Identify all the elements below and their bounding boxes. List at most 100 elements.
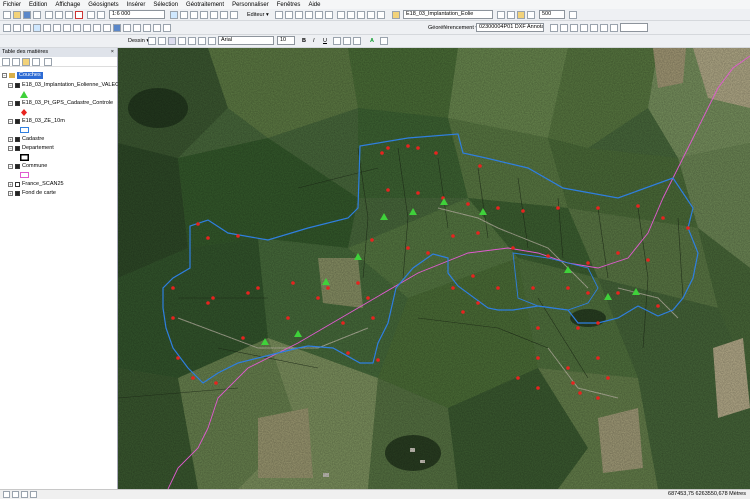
layer-item-ze[interactable]: − E18_03_ZE_10m — [8, 118, 65, 125]
hyperlink-icon[interactable] — [153, 24, 161, 32]
flip-icon[interactable] — [610, 24, 618, 32]
split-icon[interactable] — [337, 11, 345, 19]
collapse-icon[interactable]: − — [2, 73, 7, 78]
visibility-checkbox[interactable] — [15, 146, 20, 151]
catalog-icon[interactable] — [190, 11, 198, 19]
undo-icon[interactable] — [87, 11, 95, 19]
menu-aide[interactable]: Aide — [308, 2, 320, 8]
new-document-icon[interactable] — [3, 11, 11, 19]
list-by-visibility-icon[interactable] — [22, 58, 30, 66]
identify-icon[interactable] — [517, 11, 525, 19]
editor-menu[interactable]: Editeur ▾ — [247, 11, 269, 19]
close-icon[interactable]: × — [111, 48, 114, 57]
layer-item-implantation[interactable]: − E18_03_Implantation_Eolienne_VALECO_L9… — [8, 82, 136, 89]
list-by-drawing-order-icon[interactable] — [2, 58, 10, 66]
text-icon[interactable] — [188, 37, 196, 45]
expand-icon[interactable]: + — [8, 191, 13, 196]
rectangle-icon[interactable] — [168, 37, 176, 45]
refresh-view-icon[interactable] — [21, 491, 28, 498]
cut-icon[interactable] — [45, 11, 53, 19]
straight-segment-icon[interactable] — [295, 11, 303, 19]
layer-item-departement[interactable]: − Departement — [8, 145, 54, 152]
refresh-icon[interactable] — [569, 11, 577, 19]
zoom-icon[interactable] — [527, 11, 535, 19]
fill-icon[interactable] — [343, 37, 351, 45]
zoom-out-icon[interactable] — [13, 24, 21, 32]
scale-select[interactable]: 1:6 000 — [109, 10, 165, 19]
collapse-icon[interactable]: − — [8, 146, 13, 151]
toolbox-icon[interactable] — [210, 11, 218, 19]
menu-affichage[interactable]: Affichage — [55, 2, 80, 8]
italic-button[interactable]: I — [313, 37, 315, 45]
list-by-source-icon[interactable] — [12, 58, 20, 66]
back-icon[interactable] — [63, 24, 71, 32]
python-icon[interactable] — [220, 11, 228, 19]
underline-button[interactable]: U — [323, 37, 327, 45]
edit-annotation-icon[interactable] — [285, 11, 293, 19]
drawing-menu[interactable]: Dessin ▾ — [128, 37, 149, 45]
data-view-icon[interactable] — [12, 491, 19, 498]
visibility-checkbox[interactable] — [15, 182, 20, 187]
layer-item-commune[interactable]: − Commune — [8, 163, 47, 170]
pause-drawing-icon[interactable] — [30, 491, 37, 498]
open-folder-icon[interactable] — [13, 11, 21, 19]
line-color-icon[interactable] — [208, 37, 216, 45]
fit-icon[interactable] — [497, 11, 505, 19]
time-slider-icon[interactable] — [163, 24, 171, 32]
point-icon[interactable] — [325, 11, 333, 19]
menu-geosignets[interactable]: Géosignets — [88, 2, 118, 8]
layer-icon[interactable] — [180, 11, 188, 19]
create-features-icon[interactable] — [377, 11, 385, 19]
search-icon[interactable] — [200, 11, 208, 19]
menu-fenetres[interactable]: Fenêtres — [277, 2, 301, 8]
layout-view-icon[interactable] — [3, 491, 10, 498]
expand-icon[interactable]: + — [8, 137, 13, 142]
full-extent-icon[interactable] — [33, 24, 41, 32]
html-popup-icon[interactable] — [123, 24, 131, 32]
collapse-icon[interactable]: − — [8, 101, 13, 106]
layer-list-icon[interactable] — [392, 11, 400, 19]
options-icon[interactable] — [44, 58, 52, 66]
menu-fichier[interactable]: Fichier — [3, 2, 21, 8]
info-icon[interactable] — [113, 24, 121, 32]
layer-select[interactable]: E18_03_Implantation_Eolie — [403, 10, 493, 19]
fixed-zoom-in-icon[interactable] — [43, 24, 51, 32]
font-size-select[interactable]: 10 — [277, 36, 295, 45]
menu-inserer[interactable]: Insérer — [127, 2, 146, 8]
arc-icon[interactable] — [305, 11, 313, 19]
paste-icon[interactable] — [65, 11, 73, 19]
layer-item-gps-points[interactable]: − E18_03_Pt_GPS_Cadastre_Controle — [8, 100, 113, 107]
zoom-value-input[interactable]: 500 — [539, 10, 565, 19]
add-control-points-icon[interactable] — [570, 24, 578, 32]
georeferencing-menu[interactable]: Géoréférencement ▾ — [428, 24, 478, 32]
font-color-icon[interactable] — [333, 37, 341, 45]
save-icon[interactable] — [23, 11, 31, 19]
pan-icon[interactable] — [23, 24, 31, 32]
visibility-checkbox[interactable] — [15, 119, 20, 124]
rotate-tool-icon[interactable] — [550, 24, 558, 32]
visibility-checkbox[interactable] — [15, 101, 20, 106]
attributes-icon[interactable] — [357, 11, 365, 19]
visibility-checkbox[interactable] — [15, 83, 20, 88]
layer-item-scan25[interactable]: + France_SCAN25 — [8, 181, 64, 188]
delete-icon[interactable] — [75, 11, 83, 19]
fill-color-icon[interactable] — [198, 37, 206, 45]
collapse-icon[interactable]: − — [8, 164, 13, 169]
redo-icon[interactable] — [97, 11, 105, 19]
select-elements-icon[interactable] — [103, 24, 111, 32]
trace-icon[interactable] — [315, 11, 323, 19]
map-tool-icon[interactable] — [170, 11, 178, 19]
layer-group-couches[interactable]: − Couches — [2, 72, 43, 79]
collapse-icon[interactable]: − — [8, 83, 13, 88]
copy-icon[interactable] — [55, 11, 63, 19]
fixed-zoom-out-icon[interactable] — [53, 24, 61, 32]
list-by-selection-icon[interactable] — [32, 58, 40, 66]
font-select[interactable]: Arial — [218, 36, 274, 45]
lock-icon[interactable] — [507, 11, 515, 19]
update-display-icon[interactable] — [600, 24, 608, 32]
menu-selection[interactable]: Sélection — [153, 2, 178, 8]
expand-icon[interactable]: + — [8, 182, 13, 187]
menu-edition[interactable]: Edition — [29, 2, 47, 8]
georef-value-input[interactable] — [620, 23, 648, 32]
bold-button[interactable]: B — [302, 37, 306, 45]
